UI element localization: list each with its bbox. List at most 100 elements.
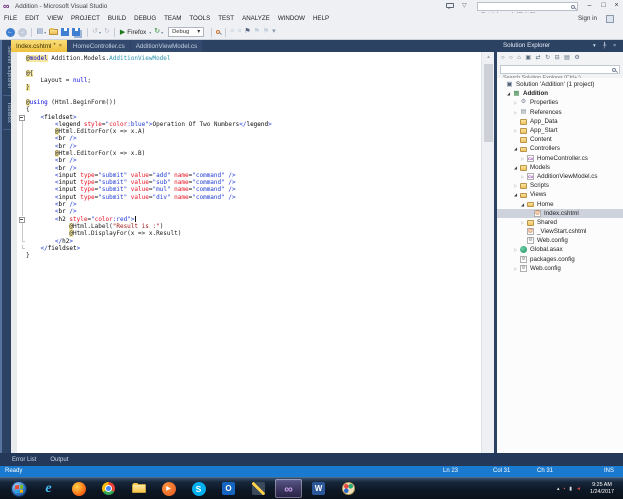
vertical-scroll-thumb[interactable]	[484, 64, 493, 142]
code-line-28[interactable]: }	[18, 252, 272, 259]
start-debug-button[interactable]: ▶Firefox▾	[120, 27, 151, 38]
notifications-icon[interactable]: ▽	[462, 0, 467, 13]
code-line-12[interactable]: <br />	[18, 135, 272, 142]
tree-item-viewstart-cshtml[interactable]: @_ViewStart.cshtml	[497, 227, 623, 236]
taskbar-firefox-icon[interactable]	[65, 479, 92, 498]
tree-item-scripts[interactable]: ▷Scripts	[497, 181, 623, 190]
vertical-scrollbar[interactable]: ▲ ▼	[481, 52, 494, 471]
code-line-19[interactable]: <input type="submit" value="mul" name="c…	[18, 186, 272, 193]
code-line-7[interactable]: @using (Html.BeginForm())	[18, 99, 272, 106]
toolbar-overflow-icon[interactable]: ▾	[272, 27, 276, 38]
panel-tab-error-list[interactable]: Error List	[12, 457, 36, 463]
save-all-icon[interactable]	[72, 27, 82, 38]
menu-edit[interactable]: EDIT	[21, 13, 43, 25]
tree-item-home[interactable]: ◢Home	[497, 199, 623, 208]
code-line-11[interactable]: @Html.EditorFor(x => x.A)	[18, 128, 272, 135]
code-line-22[interactable]: <br />	[18, 208, 272, 215]
menu-tools[interactable]: TOOLS	[185, 13, 214, 25]
tree-item-references[interactable]: ▷▤References	[497, 108, 623, 117]
se-scope-icon[interactable]: ▣	[525, 53, 531, 63]
save-icon[interactable]	[61, 27, 69, 38]
taskbar-start-button[interactable]	[5, 479, 32, 498]
code-line-6[interactable]	[18, 91, 272, 98]
network-icon[interactable]: ▮	[569, 486, 572, 492]
menu-analyze[interactable]: ANALYZE	[238, 13, 274, 25]
taskbar-internet-explorer-icon[interactable]: e	[35, 479, 62, 498]
undo-icon[interactable]: ↺▾	[92, 27, 101, 38]
nav-forward-icon[interactable]: →	[18, 27, 27, 38]
tree-item-solution-addition-1-project[interactable]: ▣Solution 'Addition' (1 project)	[497, 80, 623, 89]
taskbar-visual-studio-icon[interactable]: ∞	[275, 479, 302, 498]
outline-collapse-icon[interactable]	[18, 216, 26, 223]
code-editor[interactable]: @model Addition.Models.AdditionViewModel…	[11, 52, 481, 471]
comment-out-icon[interactable]: ≡	[230, 27, 234, 38]
taskbar-word-icon[interactable]: W	[305, 479, 332, 498]
code-line-17[interactable]: <input type="submit" value="add" name="c…	[18, 172, 272, 179]
se-forward-icon[interactable]: ○	[509, 53, 513, 63]
code-line-9[interactable]: <fieldset>	[18, 113, 272, 120]
code-line-1[interactable]: @model Addition.Models.AdditionViewModel	[18, 55, 272, 62]
tree-item-views[interactable]: ◢Views	[497, 190, 623, 199]
code-line-5[interactable]: }	[18, 84, 272, 91]
code-line-23[interactable]: <h2 style="color:red">	[18, 216, 272, 223]
code-line-4[interactable]: Layout = null;	[18, 77, 272, 84]
tree-item-web-config[interactable]: ▷⚙Web.config	[497, 264, 623, 273]
menu-build[interactable]: BUILD	[104, 13, 130, 25]
code-line-3[interactable]: @{	[18, 70, 272, 77]
se-close-icon[interactable]: ×	[613, 40, 616, 52]
panel-tab-output[interactable]: Output	[50, 457, 68, 463]
tree-item-index-cshtml[interactable]: @Index.cshtml	[497, 209, 623, 218]
browser-link-refresh-icon[interactable]: ↻▾	[154, 27, 163, 38]
taskbar-paint-icon[interactable]	[335, 479, 362, 498]
se-show-all-files-icon[interactable]: ▤	[564, 53, 570, 63]
solution-explorer-header[interactable]: Solution Explorer ▾╀×	[497, 40, 623, 52]
menu-test[interactable]: TEST	[214, 13, 238, 25]
feedback-icon[interactable]	[446, 3, 454, 8]
close-button[interactable]: ×	[610, 0, 623, 12]
tree-item-web-config[interactable]: ⚙Web.config	[497, 236, 623, 245]
tree-item-additionviewmodel-cs[interactable]: ▷C#AdditionViewModel.cs	[497, 172, 623, 181]
tree-item-models[interactable]: ◢Models	[497, 163, 623, 172]
taskbar-clock[interactable]: 9:25 AM1/24/2017	[585, 482, 619, 495]
taskbar-outlook-icon[interactable]: O	[215, 479, 242, 498]
se-back-icon[interactable]: ○	[501, 53, 505, 63]
tree-item-packages-config[interactable]: ⚙packages.config	[497, 255, 623, 264]
code-line-16[interactable]: <br />	[18, 164, 272, 171]
new-file-icon[interactable]: ▤▾	[37, 27, 47, 38]
code-line-25[interactable]: @Html.DisplayFor(x => x.Result)	[18, 230, 272, 237]
tab-additionviewmodel-cs[interactable]: AdditionViewModel.cs	[131, 40, 203, 52]
code-line-18[interactable]: <input type="submit" value="sub" name="c…	[18, 179, 272, 186]
se-properties-icon[interactable]: ⚙	[574, 53, 579, 63]
tree-item-controllers[interactable]: ◢Controllers	[497, 144, 623, 153]
code-line-8[interactable]: {	[18, 106, 272, 113]
tab-index-cshtml[interactable]: Index.cshtml*×	[11, 40, 67, 52]
tab-close-icon[interactable]: ×	[59, 43, 62, 49]
code-line-20[interactable]: <input type="submit" value="div" name="c…	[18, 194, 272, 201]
taskbar-skype-icon[interactable]: S	[185, 479, 212, 498]
user-avatar[interactable]	[606, 15, 614, 23]
code-line-24[interactable]: @Html.Label("Result is :")	[18, 223, 272, 230]
se-refresh-icon[interactable]: ↻	[545, 53, 550, 63]
menu-window[interactable]: WINDOW	[274, 13, 309, 25]
uncomment-icon[interactable]: ≡	[237, 27, 241, 38]
menu-team[interactable]: TEAM	[160, 13, 185, 25]
tree-item-homecontroller-cs[interactable]: ▷C#HomeController.cs	[497, 154, 623, 163]
breakpoint-margin[interactable]	[11, 52, 17, 471]
tree-item-properties[interactable]: ▷⚙Properties	[497, 98, 623, 107]
tree-item-app-start[interactable]: ▷App_Start	[497, 126, 623, 135]
taskbar-file-explorer-icon[interactable]	[125, 479, 152, 498]
bookmark-icon[interactable]: ⚑	[244, 27, 250, 38]
open-file-icon[interactable]	[49, 27, 58, 38]
minimize-button[interactable]: –	[583, 0, 596, 12]
menu-debug[interactable]: DEBUG	[130, 13, 160, 25]
code-line-10[interactable]: <legend style="color:blue">Operation Of …	[18, 121, 272, 128]
se-pin-icon[interactable]: ╀	[603, 40, 606, 52]
redo-icon[interactable]: ↻	[104, 27, 110, 38]
menu-file[interactable]: FILE	[0, 13, 21, 25]
se-collapse-all-icon[interactable]: ⊟	[555, 53, 560, 63]
find-in-files-icon[interactable]	[216, 27, 220, 38]
code-line-27[interactable]: </fieldset>	[18, 245, 272, 252]
code-line-26[interactable]: </h2>	[18, 237, 272, 244]
tree-item-global-asax[interactable]: ▷Global.asax	[497, 245, 623, 254]
solution-configurations-dropdown[interactable]: Debug▾	[166, 27, 206, 38]
